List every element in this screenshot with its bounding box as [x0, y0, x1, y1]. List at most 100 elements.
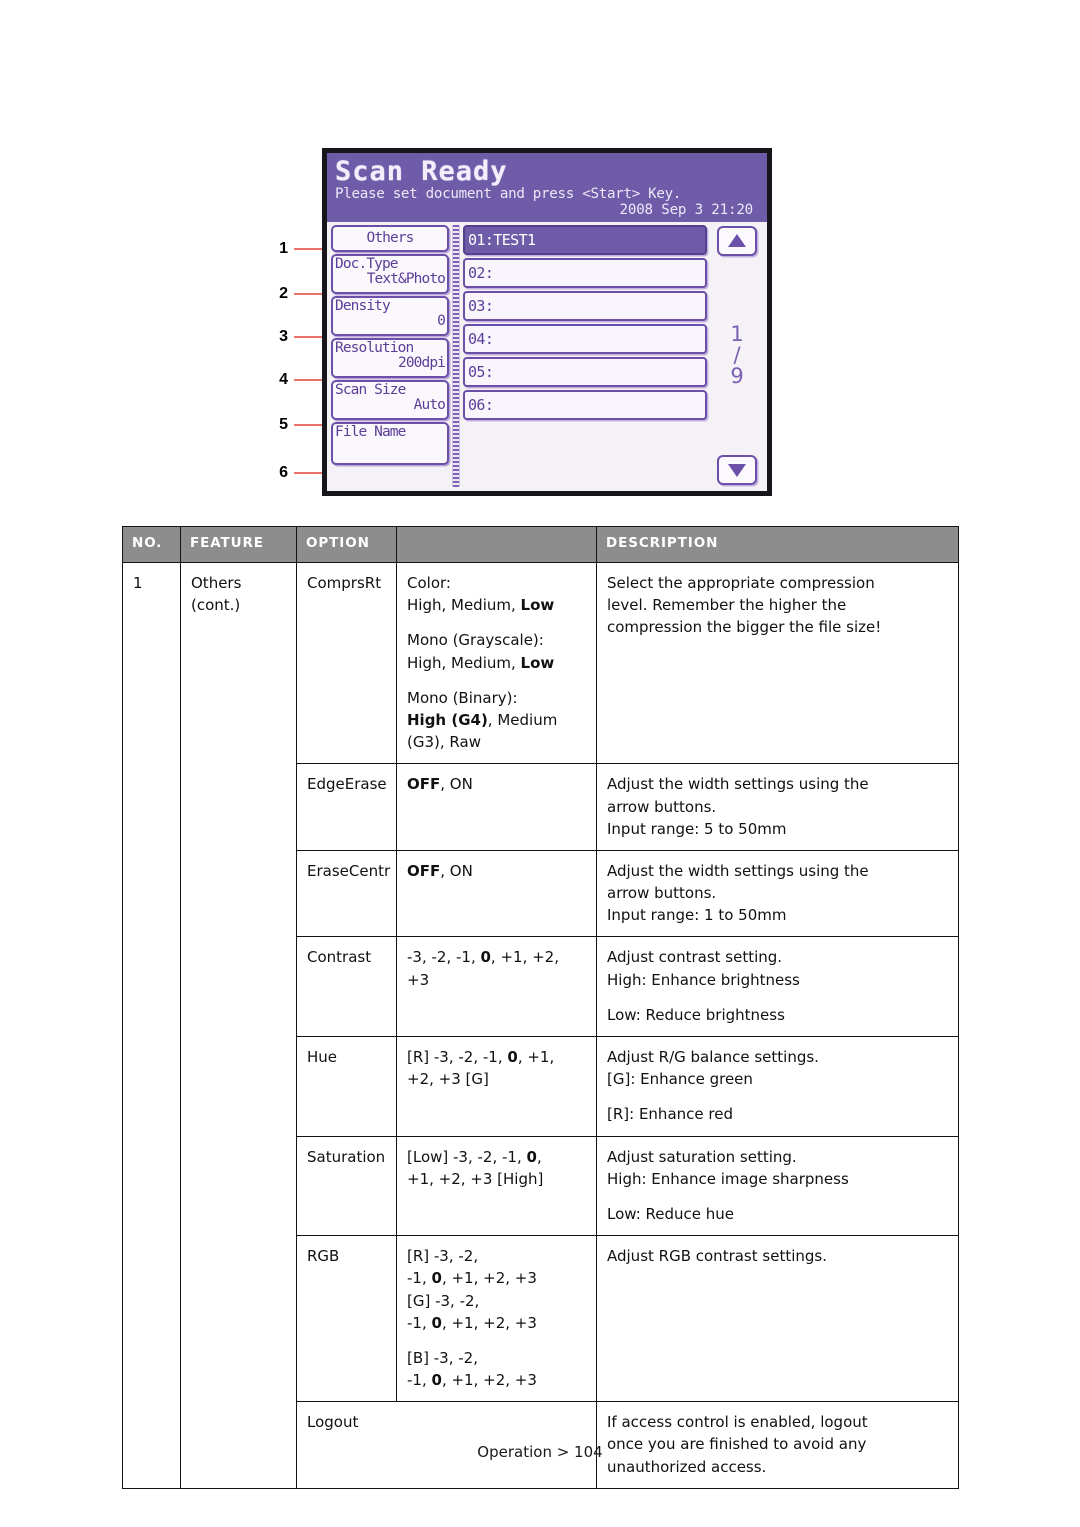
lcd-button-resolution-label: Resolution — [335, 339, 414, 356]
contrast-default: 0 — [480, 948, 491, 967]
lcd-button-resolution[interactable]: Resolution 200dpi — [331, 337, 449, 378]
cell-feature: Others (cont.) — [180, 562, 297, 1489]
lcd-list-item-05[interactable]: 05: — [463, 356, 707, 387]
edgeerase-default: OFF — [407, 775, 441, 794]
specification-table: NO. FEATURE OPTION DESCRIPTION 1 Others … — [122, 526, 959, 1489]
lcd-button-file-name[interactable]: File Name — [331, 421, 449, 465]
comprsrt-color-label: Color: — [407, 574, 451, 592]
lcd-button-file-name-label: File Name — [335, 423, 406, 440]
lcd-list-item-06[interactable]: 06: — [463, 389, 707, 420]
cell-option-rgb: RGB — [296, 1235, 397, 1403]
comprsrt-color-values: High, Medium, — [407, 596, 521, 615]
desc-line: Adjust saturation setting. — [607, 1147, 797, 1166]
feature-cont: (cont.) — [191, 596, 241, 615]
comprsrt-color-group: Color: High, Medium, Low — [407, 572, 586, 616]
rgb-green-line2a: -1, — [407, 1313, 432, 1332]
edgeerase-values: OFF, ON — [407, 773, 586, 795]
desc-line: High: Enhance brightness — [607, 970, 800, 989]
rgb-blue-group: [B] -3, -2, -1, 0, +1, +2, +3 — [407, 1347, 586, 1391]
desc-line: Adjust the width settings using the — [607, 775, 869, 794]
desc-line: level. Remember the higher the — [607, 596, 847, 615]
lcd-button-density[interactable]: Density 0 — [331, 295, 449, 336]
comprsrt-binary-label: Mono (Binary): — [407, 688, 518, 707]
comprsrt-binary-values-cont: (G3), Raw — [407, 733, 481, 752]
rgb-green-line2c: , +1, +2, +3 — [441, 1313, 537, 1332]
cell-description-contrast: Adjust contrast setting. High: Enhance b… — [596, 936, 959, 1037]
comprsrt-gray-label: Mono (Grayscale): — [407, 631, 544, 650]
lcd-list-item-01[interactable]: 01:TEST1 — [463, 224, 707, 255]
table-row: 1 Others (cont.) ComprsRt Color: High, M… — [122, 561, 959, 1489]
scroll-down-button[interactable] — [717, 455, 757, 485]
lcd-list-item-02[interactable]: 02: — [463, 257, 707, 288]
triangle-down-icon — [728, 463, 746, 477]
desc-line: Adjust contrast setting. — [607, 948, 783, 967]
callout-number-6: 6 — [279, 464, 288, 481]
lcd-list-item-03[interactable]: 03: — [463, 290, 707, 321]
hue-default: 0 — [507, 1048, 518, 1066]
comprsrt-color-default: Low — [520, 596, 555, 615]
saturation-values-b: , — [536, 1147, 542, 1166]
comprsrt-gray-values: High, Medium, — [407, 653, 521, 672]
lcd-button-others[interactable]: Others — [331, 224, 449, 252]
hue-values: [R] -3, -2, -1, 0, +1, +2, +3 [G] — [407, 1046, 586, 1090]
column-header-option: OPTION — [296, 526, 397, 563]
page-separator: / — [733, 342, 741, 367]
page-current: 1 — [730, 321, 744, 346]
lcd-button-doc-type[interactable]: Doc.Type Text&Photo — [331, 253, 449, 294]
desc-line: Adjust RGB contrast settings. — [607, 1247, 827, 1266]
contrast-values-b: , +1, +2, — [490, 948, 559, 967]
callout-number-3: 3 — [279, 328, 288, 345]
saturation-default: 0 — [526, 1147, 537, 1166]
lcd-button-scan-size[interactable]: Scan Size Auto — [331, 379, 449, 420]
cell-option-erasecentr: EraseCentr — [296, 849, 397, 938]
lcd-button-doc-type-label: Doc.Type — [335, 255, 399, 272]
rgb-red-default: 0 — [431, 1269, 442, 1288]
desc-line: Adjust the width settings using the — [607, 861, 869, 880]
rgb-red-line1: [R] -3, -2, — [407, 1247, 479, 1266]
cell-description-saturation: Adjust saturation setting. High: Enhance… — [596, 1135, 959, 1237]
erasecentr-default: OFF — [407, 861, 441, 880]
callout-number-2: 2 — [279, 285, 288, 302]
column-header-feature: FEATURE — [180, 526, 297, 563]
desc-line: compression the bigger the file size! — [607, 618, 882, 637]
page-total: 9 — [730, 363, 744, 388]
specification-table-wrapper: NO. FEATURE OPTION DESCRIPTION 1 Others … — [122, 526, 959, 1489]
contrast-values-a: -3, -2, -1, — [407, 948, 481, 967]
desc-line: If access control is enabled, logout — [607, 1413, 868, 1432]
lcd-list-item-04[interactable]: 04: — [463, 323, 707, 354]
cell-option-saturation: Saturation — [296, 1135, 397, 1237]
lcd-status-header: Scan Ready Please set document and press… — [327, 153, 767, 222]
rgb-green-line1: [G] -3, -2, — [407, 1291, 480, 1310]
lcd-panel: Scan Ready Please set document and press… — [322, 148, 772, 496]
callout-number-1: 1 — [279, 240, 288, 257]
desc-line: arrow buttons. — [607, 884, 717, 903]
comprsrt-gray-default: Low — [520, 653, 555, 672]
saturation-values: [Low] -3, -2, -1, 0, +1, +2, +3 [High] — [407, 1146, 586, 1190]
comprsrt-binary-group: Mono (Binary): High (G4), Medium (G3), R… — [407, 687, 586, 754]
erasecentr-values: OFF, ON — [407, 860, 586, 882]
cell-suboption-contrast: -3, -2, -1, 0, +1, +2, +3 — [396, 936, 597, 1037]
comprsrt-binary-default: High (G4) — [407, 710, 488, 729]
cell-suboption-edgeerase: OFF, ON — [396, 763, 597, 851]
rgb-blue-default: 0 — [431, 1371, 442, 1390]
contrast-values-c: +3 — [407, 970, 430, 989]
desc-range: Input range: 1 to 50mm — [607, 906, 787, 925]
desc-line: Low: Reduce hue — [607, 1204, 735, 1223]
rgb-red-group: [R] -3, -2, -1, 0, +1, +2, +3 — [407, 1245, 586, 1289]
lcd-button-doc-type-value: Text&Photo — [366, 271, 446, 288]
table-header-row: NO. FEATURE OPTION DESCRIPTION — [122, 526, 959, 563]
rgb-blue-line1: [B] -3, -2, — [407, 1348, 478, 1367]
rgb-blue-line2a: -1, — [407, 1371, 432, 1390]
cell-description-rgb: Adjust RGB contrast settings. — [596, 1235, 959, 1403]
hue-values-a: [R] -3, -2, -1, — [407, 1048, 508, 1066]
desc-line: arrow buttons. — [607, 797, 717, 816]
lcd-figure: 1 2 3 4 5 6 Scan Ready Please set docume… — [0, 0, 1080, 496]
rgb-red-line2a: -1, — [407, 1269, 432, 1288]
scroll-up-button[interactable] — [717, 225, 757, 256]
lcd-button-resolution-value: 200dpi — [398, 355, 446, 372]
desc-line: [R]: Enhance red — [607, 1105, 733, 1124]
contrast-values: -3, -2, -1, 0, +1, +2, +3 — [407, 946, 586, 990]
saturation-values-c: +1, +2, +3 [High] — [407, 1169, 544, 1188]
cell-option-comprsrt: ComprsRt — [296, 561, 397, 765]
hue-values-b: , +1, — [517, 1048, 555, 1066]
